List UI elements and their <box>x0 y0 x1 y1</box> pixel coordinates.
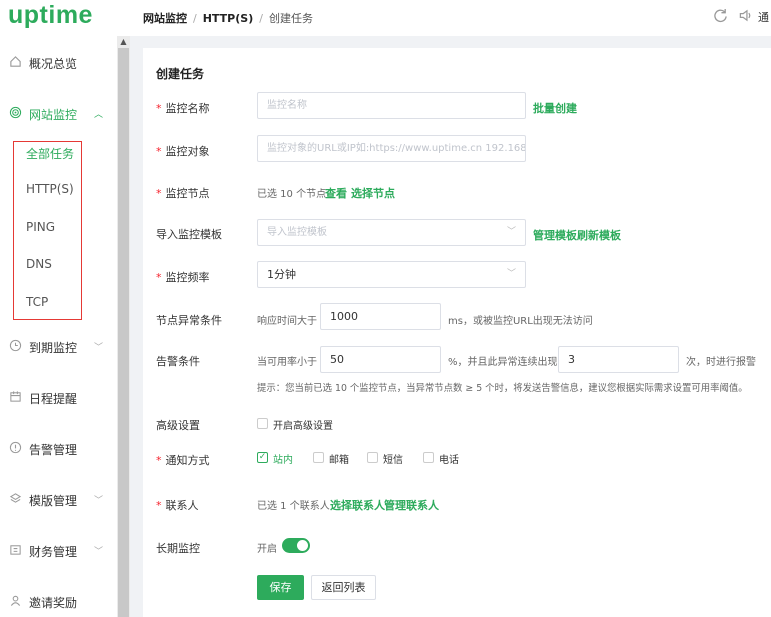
selected-nodes-text: 已选 10 个节点 <box>257 189 327 200</box>
radar-icon <box>8 106 22 120</box>
notification-label[interactable]: 通 <box>758 9 769 25</box>
chevron-down-icon: ﹀ <box>506 227 516 237</box>
form-card <box>143 48 771 617</box>
sidebar-subitem-dns[interactable]: DNS <box>26 257 52 271</box>
response-time-input[interactable]: 1000 <box>320 303 441 330</box>
breadcrumb-item-create-task: 创建任务 <box>268 12 313 25</box>
notify-phone-label[interactable]: 电话 <box>439 451 459 466</box>
consecutive-count-input[interactable]: 3 <box>558 346 679 373</box>
sidebar-subitem-ping[interactable]: PING <box>26 220 55 234</box>
manage-contacts-link[interactable]: 管理联系人 <box>384 497 439 513</box>
chevron-down-icon: ﹀ <box>94 343 104 353</box>
batch-create-link[interactable]: 批量创建 <box>533 100 577 116</box>
sidebar-item-label: 模版管理 <box>29 494 78 508</box>
response-time-prefix: 响应时间大于 <box>257 316 317 327</box>
logo[interactable]: uptime <box>8 0 93 30</box>
chevron-up-icon: ︿ <box>94 110 104 120</box>
alarm-icon <box>8 441 22 455</box>
frequency-label: * 监控频率 <box>156 271 210 284</box>
sidebar-subitem-https[interactable]: HTTP(S) <box>26 182 74 196</box>
sidebar-item-expiry-monitor[interactable]: 到期监控 ﹀ <box>0 332 117 362</box>
manage-template-link[interactable]: 管理模板 <box>533 227 577 243</box>
sidebar-subitem-tcp[interactable]: TCP <box>26 295 48 309</box>
home-icon <box>8 55 22 69</box>
sidebar-item-alert-management[interactable]: 告警管理 <box>0 434 117 464</box>
notify-site-label[interactable]: 站内 <box>273 451 293 466</box>
sidebar-item-invite-rewards[interactable]: 邀请奖励 <box>0 587 117 617</box>
sidebar-item-label: 财务管理 <box>29 545 78 559</box>
node-abnormal-label: 节点异常条件 <box>156 314 222 327</box>
clock-icon <box>8 339 22 353</box>
layers-icon <box>8 492 22 506</box>
sidebar-item-overview[interactable]: 概况总览 <box>0 48 117 78</box>
back-to-list-button[interactable]: 返回列表 <box>311 575 376 600</box>
calendar-icon <box>8 390 22 404</box>
scroll-up-arrow-icon[interactable]: ▲ <box>117 36 130 48</box>
refresh-template-link[interactable]: 刷新模板 <box>577 227 621 243</box>
monitor-target-input[interactable]: 监控对象的URL或IP如:https://www.uptime.cn 192.1… <box>257 135 526 162</box>
alert-tip: 提示：您当前已选 10 个监控节点，当异常节点数 ≥ 5 个时，将发送告警信息，… <box>257 383 748 394</box>
notify-phone-checkbox[interactable] <box>423 452 434 463</box>
refresh-icon[interactable] <box>713 8 728 27</box>
save-button[interactable]: 保存 <box>257 575 304 600</box>
top-bar: uptime 网站监控 / HTTP(S) / 创建任务 通 <box>0 0 771 36</box>
import-template-label: 导入监控模板 <box>156 228 222 241</box>
sidebar-item-website-monitor[interactable]: 网站监控 ︿ <box>0 99 117 129</box>
notify-sms-label[interactable]: 短信 <box>383 451 403 466</box>
breadcrumb-item-https[interactable]: HTTP(S) <box>203 12 254 25</box>
template-select[interactable]: 导入监控模板 ﹀ <box>257 219 526 246</box>
notify-site-checkbox[interactable]: ✓ <box>257 452 268 463</box>
advanced-settings-label: 高级设置 <box>156 419 200 432</box>
notify-email-checkbox[interactable] <box>313 452 324 463</box>
breadcrumb-item-website-monitor[interactable]: 网站监控 <box>143 12 187 25</box>
response-time-suffix: ms，或被监控URL出现无法访问 <box>448 316 593 327</box>
availability-input[interactable]: 50 <box>320 346 441 373</box>
notify-email-label[interactable]: 邮箱 <box>329 451 349 466</box>
sidebar-item-label: 日程提醒 <box>29 392 78 406</box>
monitor-name-label: * 监控名称 <box>156 102 210 115</box>
longterm-state-text: 开启 <box>257 544 277 555</box>
wallet-icon <box>8 543 22 557</box>
availability-prefix: 当可用率小于 <box>257 357 317 368</box>
sidebar-item-template-management[interactable]: 模版管理 ﹀ <box>0 485 117 515</box>
sidebar-subitem-all-tasks[interactable]: 全部任务 <box>26 145 74 162</box>
notify-method-label: * 通知方式 <box>156 454 210 467</box>
chevron-down-icon: ﹀ <box>94 496 104 506</box>
view-nodes-link[interactable]: 查看 <box>325 185 347 201</box>
select-nodes-link[interactable]: 选择节点 <box>351 185 395 201</box>
frequency-select[interactable]: 1分钟 ﹀ <box>257 261 526 288</box>
alert-condition-label: 告警条件 <box>156 355 200 368</box>
sidebar-item-label: 邀请奖励 <box>29 596 78 610</box>
selected-contacts-text: 已选 1 个联系人 <box>257 501 330 512</box>
toggle-knob <box>297 540 308 551</box>
alert-suffix: 次，时进行报警 <box>686 357 756 368</box>
sidebar-item-label: 告警管理 <box>29 443 78 457</box>
chevron-down-icon: ﹀ <box>506 269 516 279</box>
speaker-icon[interactable] <box>738 8 754 27</box>
scrollbar-thumb[interactable] <box>118 48 129 617</box>
monitor-target-label: * 监控对象 <box>156 145 210 158</box>
sidebar-item-label: 概况总览 <box>29 57 78 71</box>
sidebar-item-schedule[interactable]: 日程提醒 <box>0 383 117 413</box>
user-icon <box>8 594 22 608</box>
page-title: 创建任务 <box>156 67 205 81</box>
sidebar-item-finance-management[interactable]: 财务管理 ﹀ <box>0 536 117 566</box>
consecutive-text: %，并且此异常连续出现 <box>448 357 558 368</box>
monitor-name-input[interactable]: 监控名称 <box>257 92 526 119</box>
breadcrumb: 网站监控 / HTTP(S) / 创建任务 <box>143 12 313 25</box>
select-contacts-link[interactable]: 选择联系人 <box>330 497 385 513</box>
longterm-monitor-label: 长期监控 <box>156 542 200 555</box>
advanced-settings-checkbox[interactable] <box>257 418 268 429</box>
advanced-settings-checkbox-label[interactable]: 开启高级设置 <box>273 417 333 432</box>
longterm-toggle[interactable] <box>282 538 310 553</box>
notify-sms-checkbox[interactable] <box>367 452 378 463</box>
chevron-down-icon: ﹀ <box>94 547 104 557</box>
sidebar-item-label: 到期监控 <box>29 341 78 355</box>
contact-label: * 联系人 <box>156 499 199 512</box>
sidebar-item-label: 网站监控 <box>29 108 78 122</box>
monitor-nodes-label: * 监控节点 <box>156 187 210 200</box>
